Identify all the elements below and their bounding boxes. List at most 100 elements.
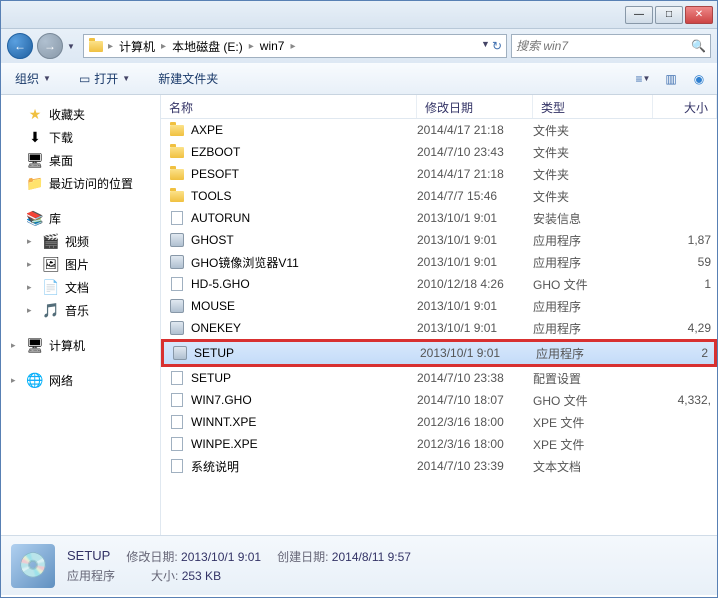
sidebar-item-downloads[interactable]: ⬇下载 bbox=[1, 126, 160, 149]
file-row[interactable]: WIN7.GHO2014/7/10 18:07GHO 文件4,332, bbox=[161, 389, 717, 411]
file-date: 2014/7/10 23:43 bbox=[417, 145, 533, 159]
address-bar-row: ← → ▼ ▸ 计算机 ▸ 本地磁盘 (E:) ▸ win7 ▸ ▼ ↻ 🔍 bbox=[1, 29, 717, 63]
file-row[interactable]: AUTORUN2013/10/1 9:01安装信息 bbox=[161, 207, 717, 229]
nav-history-dropdown[interactable]: ▼ bbox=[67, 42, 79, 51]
search-icon[interactable]: 🔍 bbox=[691, 39, 706, 53]
file-icon bbox=[169, 370, 185, 386]
file-name: WINPE.XPE bbox=[191, 437, 258, 451]
file-type: XPE 文件 bbox=[533, 436, 653, 453]
file-row[interactable]: AXPE2014/4/17 21:18文件夹 bbox=[161, 119, 717, 141]
column-headers: 名称 修改日期 类型 大小 bbox=[161, 95, 717, 119]
music-icon: 🎵 bbox=[43, 303, 59, 319]
file-row[interactable]: MOUSE2013/10/1 9:01应用程序 bbox=[161, 295, 717, 317]
sidebar-item-music[interactable]: ▸🎵音乐 bbox=[1, 299, 160, 322]
file-row[interactable]: SETUP2013/10/1 9:01应用程序2 bbox=[164, 342, 714, 364]
file-row[interactable]: HD-5.GHO2010/12/18 4:26GHO 文件1 bbox=[161, 273, 717, 295]
preview-pane-button[interactable]: ▥ bbox=[661, 69, 681, 89]
file-name: MOUSE bbox=[191, 299, 235, 313]
libraries-group[interactable]: 📚库 bbox=[1, 207, 160, 230]
file-row[interactable]: PESOFT2014/4/17 21:18文件夹 bbox=[161, 163, 717, 185]
file-type: 配置设置 bbox=[533, 370, 653, 387]
file-row[interactable]: GHO镜像浏览器V112013/10/1 9:01应用程序59 bbox=[161, 251, 717, 273]
window-titlebar: — □ ✕ bbox=[1, 1, 717, 29]
file-name: SETUP bbox=[194, 346, 234, 360]
file-row[interactable]: GHOST2013/10/1 9:01应用程序1,87 bbox=[161, 229, 717, 251]
file-row[interactable]: SETUP2014/7/10 23:38配置设置 bbox=[161, 367, 717, 389]
chevron-right-icon: ▸ bbox=[288, 41, 297, 52]
breadcrumb-folder[interactable]: win7 bbox=[258, 39, 287, 53]
file-name: AXPE bbox=[191, 123, 223, 137]
file-date: 2014/7/10 18:07 bbox=[417, 393, 533, 407]
dropdown-icon[interactable]: ▼ bbox=[481, 39, 490, 53]
file-date: 2012/3/16 18:00 bbox=[417, 415, 533, 429]
file-row[interactable]: EZBOOT2014/7/10 23:43文件夹 bbox=[161, 141, 717, 163]
file-type: 文件夹 bbox=[533, 166, 653, 183]
file-type: 应用程序 bbox=[533, 254, 653, 271]
highlighted-row: SETUP2013/10/1 9:01应用程序2 bbox=[161, 339, 717, 367]
view-options-button[interactable]: ≡▼ bbox=[633, 69, 653, 89]
back-arrow-icon: ← bbox=[14, 39, 26, 53]
sidebar-item-videos[interactable]: ▸🎬视频 bbox=[1, 230, 160, 253]
favorites-group[interactable]: ★收藏夹 bbox=[1, 103, 160, 126]
file-icon bbox=[172, 345, 188, 361]
file-date: 2013/10/1 9:01 bbox=[417, 321, 533, 335]
file-icon bbox=[169, 166, 185, 182]
close-button[interactable]: ✕ bbox=[685, 6, 713, 24]
file-size: 4,29 bbox=[653, 321, 717, 335]
file-row[interactable]: WINNT.XPE2012/3/16 18:00XPE 文件 bbox=[161, 411, 717, 433]
sidebar-item-desktop[interactable]: 🖥桌面 bbox=[1, 149, 160, 172]
file-icon bbox=[169, 276, 185, 292]
minimize-button[interactable]: — bbox=[625, 6, 653, 24]
library-icon: 📚 bbox=[27, 211, 43, 227]
file-date: 2014/4/17 21:18 bbox=[417, 167, 533, 181]
file-date: 2013/10/1 9:01 bbox=[417, 299, 533, 313]
sidebar-item-computer[interactable]: ▸🖥计算机 bbox=[1, 334, 160, 357]
file-date: 2013/10/1 9:01 bbox=[420, 346, 536, 360]
back-button[interactable]: ← bbox=[7, 33, 33, 59]
file-name: WIN7.GHO bbox=[191, 393, 252, 407]
file-date: 2014/4/17 21:18 bbox=[417, 123, 533, 137]
maximize-button[interactable]: □ bbox=[655, 6, 683, 24]
new-folder-button[interactable]: 新建文件夹 bbox=[152, 68, 224, 89]
column-name[interactable]: 名称 bbox=[161, 95, 417, 118]
file-row[interactable]: WINPE.XPE 2012/3/16 18:00XPE 文件 bbox=[161, 433, 717, 455]
file-row[interactable]: TOOLS2014/7/7 15:46文件夹 bbox=[161, 185, 717, 207]
sidebar-item-documents[interactable]: ▸📄文档 bbox=[1, 276, 160, 299]
column-type[interactable]: 类型 bbox=[533, 95, 653, 118]
file-type: 文件夹 bbox=[533, 144, 653, 161]
chevron-right-icon: ▸ bbox=[159, 41, 168, 52]
file-date: 2012/3/16 18:00 bbox=[417, 437, 533, 451]
details-pane: 💿 SETUP 修改日期: 2013/10/1 9:01 创建日期: 2014/… bbox=[1, 535, 717, 595]
file-icon bbox=[169, 436, 185, 452]
file-icon bbox=[169, 144, 185, 160]
organize-menu[interactable]: 组织▼ bbox=[9, 68, 57, 89]
file-type: 文件夹 bbox=[533, 188, 653, 205]
file-name: WINNT.XPE bbox=[191, 415, 256, 429]
sidebar-item-network[interactable]: ▸🌐网络 bbox=[1, 369, 160, 392]
forward-button[interactable]: → bbox=[37, 33, 63, 59]
file-size: 1,87 bbox=[653, 233, 717, 247]
star-icon: ★ bbox=[27, 107, 43, 123]
open-button[interactable]: ▭打开▼ bbox=[73, 68, 136, 89]
breadcrumb-bar[interactable]: ▸ 计算机 ▸ 本地磁盘 (E:) ▸ win7 ▸ ▼ ↻ bbox=[83, 34, 507, 58]
breadcrumb-computer[interactable]: 计算机 bbox=[117, 38, 157, 55]
file-row[interactable]: 系统说明2014/7/10 23:39文本文档 bbox=[161, 455, 717, 477]
file-type: GHO 文件 bbox=[533, 276, 653, 293]
column-size[interactable]: 大小 bbox=[653, 95, 717, 118]
file-icon bbox=[169, 232, 185, 248]
search-input[interactable] bbox=[516, 39, 691, 53]
file-date: 2013/10/1 9:01 bbox=[417, 211, 533, 225]
video-icon: 🎬 bbox=[43, 234, 59, 250]
file-name: TOOLS bbox=[191, 189, 231, 203]
breadcrumb-drive[interactable]: 本地磁盘 (E:) bbox=[170, 38, 245, 55]
search-box[interactable]: 🔍 bbox=[511, 34, 711, 58]
file-icon bbox=[169, 414, 185, 430]
sidebar-item-pictures[interactable]: ▸🖼图片 bbox=[1, 253, 160, 276]
file-icon bbox=[169, 392, 185, 408]
help-button[interactable]: ◉ bbox=[689, 69, 709, 89]
sidebar-item-recent[interactable]: 📁最近访问的位置 bbox=[1, 172, 160, 195]
refresh-icon[interactable]: ↻ bbox=[492, 39, 502, 53]
column-date[interactable]: 修改日期 bbox=[417, 95, 533, 118]
file-large-icon: 💿 bbox=[11, 544, 55, 588]
file-row[interactable]: ONEKEY2013/10/1 9:01应用程序4,29 bbox=[161, 317, 717, 339]
